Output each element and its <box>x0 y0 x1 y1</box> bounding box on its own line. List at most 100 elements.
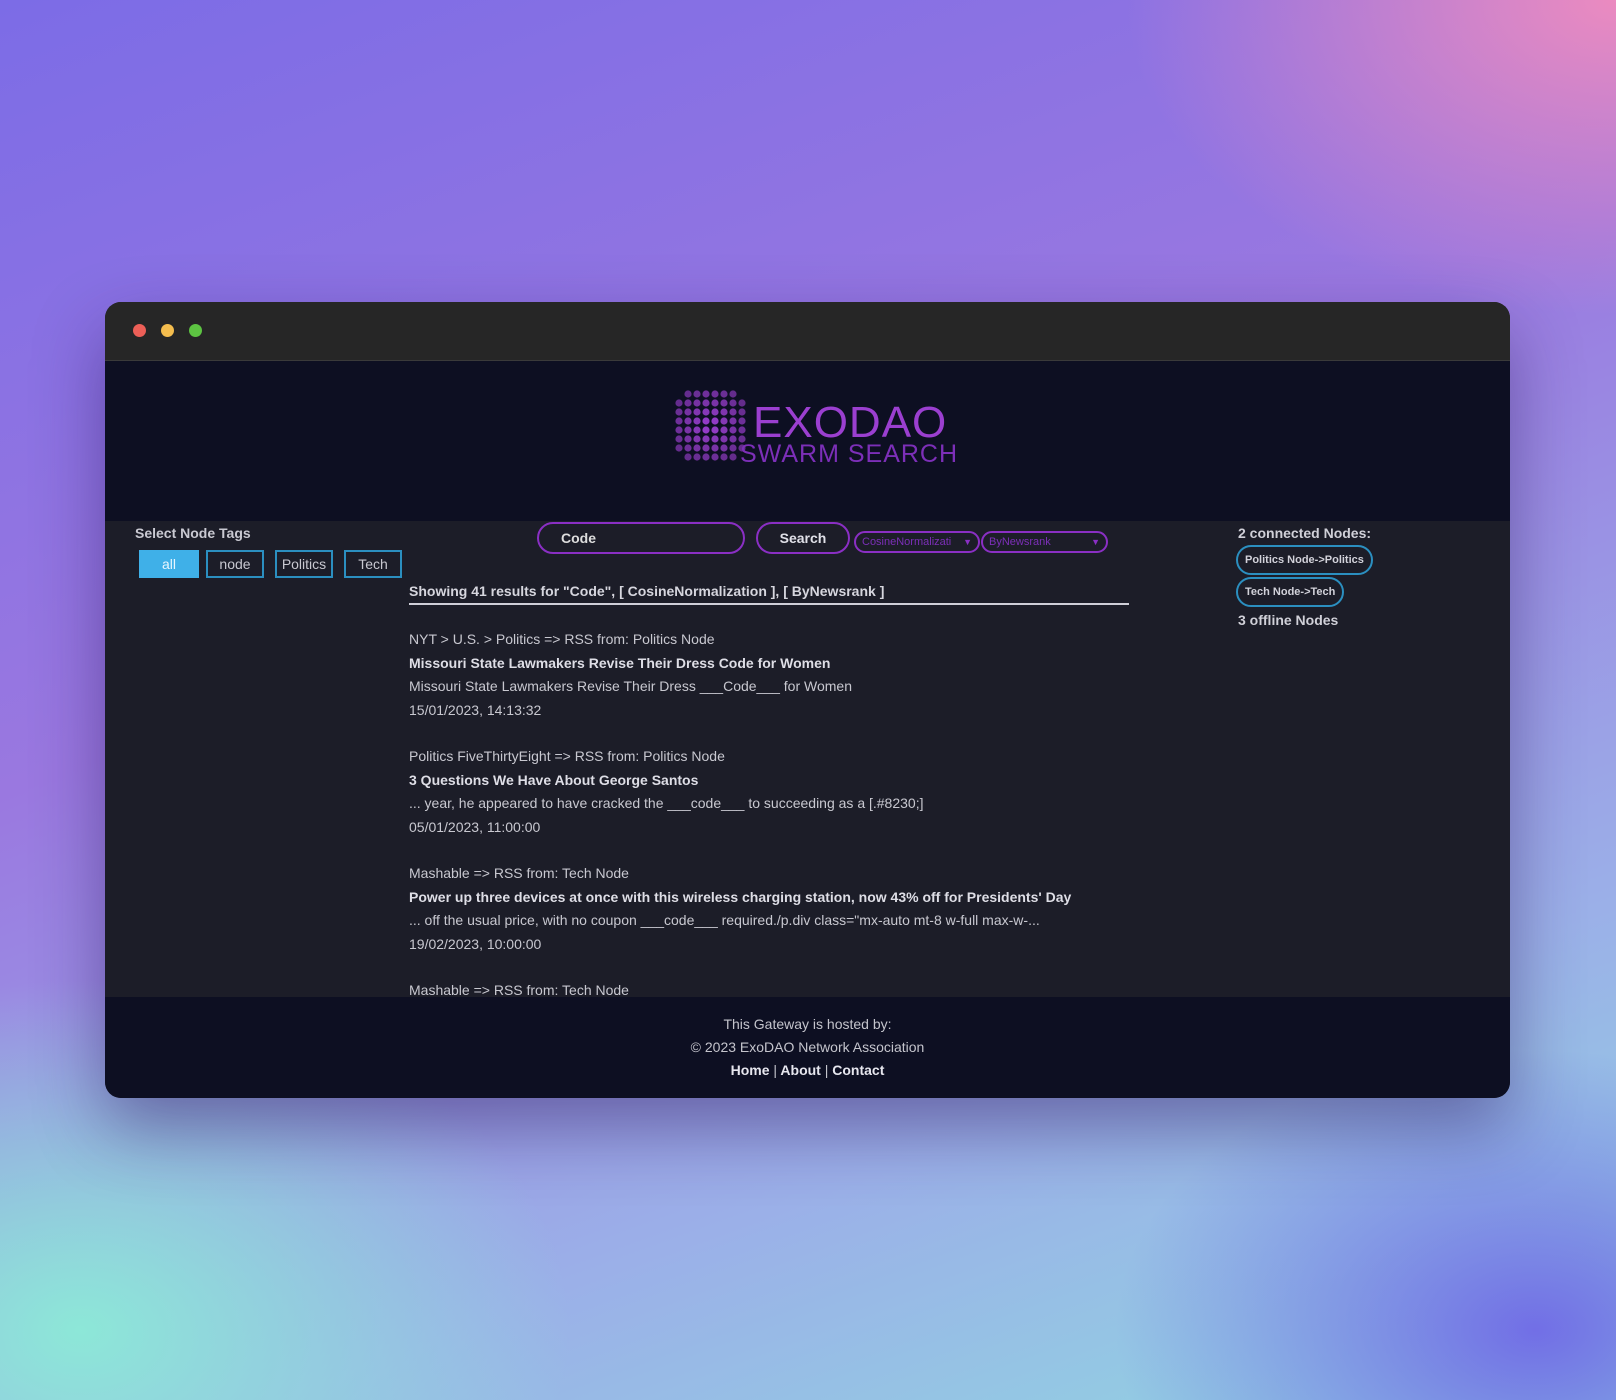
logo-dot <box>729 426 737 434</box>
logo-dot <box>702 417 710 425</box>
logo-dot <box>711 435 719 443</box>
footer-links: Home | About | Contact <box>105 1062 1510 1078</box>
normalization-select-value: CosineNormalizati <box>862 536 952 548</box>
logo-dot <box>729 417 737 425</box>
logo-dot <box>684 399 692 407</box>
result-snippet: Missouri State Lawmakers Revise Their Dr… <box>409 678 853 694</box>
tag-all[interactable]: all <box>139 550 199 578</box>
logo-dot <box>729 390 737 398</box>
logo-dot <box>738 408 746 416</box>
footer-separator: | <box>773 1062 778 1078</box>
logo-dot <box>675 408 683 416</box>
logo-dot <box>738 399 746 407</box>
logo-dot <box>684 444 692 452</box>
result-source: Mashable => RSS from: Tech Node <box>409 865 629 881</box>
logo-dot <box>720 408 728 416</box>
logo-title: EXODAO <box>753 398 948 447</box>
footer-separator: | <box>824 1062 829 1078</box>
window-titlebar <box>105 302 1510 361</box>
result-date: 05/01/2023, 11:00:00 <box>409 818 541 835</box>
node-politics[interactable]: Politics Node->Politics <box>1236 545 1373 575</box>
logo-dot <box>711 453 719 461</box>
logo-dot <box>720 399 728 407</box>
logo-dot <box>711 426 719 434</box>
connected-nodes-title: 2 connected Nodes: <box>1238 525 1372 541</box>
rank-select[interactable]: ByNewsrank ▼ <box>981 531 1108 553</box>
logo-dot <box>729 453 737 461</box>
logo-dot <box>684 390 692 398</box>
footer-copyright: © 2023 ExoDAO Network Association <box>690 1039 925 1055</box>
result-source: NYT > U.S. > Politics => RSS from: Polit… <box>409 631 715 647</box>
logo-dot <box>720 426 728 434</box>
search-input[interactable] <box>537 522 745 554</box>
result-snippet: ... off the usual price, with no coupon … <box>409 912 1040 928</box>
result-title-link[interactable]: Power up three devices at once with this… <box>409 886 1179 910</box>
logo-dot <box>675 444 683 452</box>
logo-dot <box>702 408 710 416</box>
normalization-select[interactable]: CosineNormalizati ▼ <box>854 531 980 553</box>
chevron-down-icon: ▼ <box>1091 537 1100 547</box>
site-header: EXODAO SWARM SEARCH <box>105 361 1510 521</box>
logo-dot <box>738 426 746 434</box>
chevron-down-icon: ▼ <box>963 537 972 547</box>
footer-link-home[interactable]: Home <box>731 1062 770 1078</box>
result-item: Mashable => RSS from: Tech Node Power up… <box>409 862 1179 956</box>
logo-dot <box>711 390 719 398</box>
site-footer: This Gateway is hosted by: © 2023 ExoDAO… <box>105 997 1510 1098</box>
logo-dot <box>684 453 692 461</box>
logo-dot <box>675 399 683 407</box>
logo-dot <box>702 390 710 398</box>
result-item: NYT > U.S. > Politics => RSS from: Polit… <box>409 628 1169 722</box>
logo-dot <box>711 399 719 407</box>
tag-politics[interactable]: Politics <box>275 550 333 578</box>
logo-dot <box>684 426 692 434</box>
close-window-button[interactable] <box>133 324 146 337</box>
logo-dot <box>711 417 719 425</box>
search-button[interactable]: Search <box>756 522 850 554</box>
logo-dot <box>684 417 692 425</box>
logo-dot <box>684 435 692 443</box>
logo-dot <box>693 417 701 425</box>
result-source: Politics FiveThirtyEight => RSS from: Po… <box>409 748 725 764</box>
logo-dot <box>711 444 719 452</box>
result-source: Mashable => RSS from: Tech Node <box>409 982 629 998</box>
rank-select-value: ByNewsrank <box>989 536 1051 548</box>
result-date: 19/02/2023, 10:00:00 <box>409 935 542 952</box>
logo-dot <box>675 417 683 425</box>
logo-dot <box>693 399 701 407</box>
result-snippet: ... year, he appeared to have cracked th… <box>409 795 924 811</box>
logo-dot <box>711 408 719 416</box>
result-item: Mashable => RSS from: Tech Node <box>409 979 1169 998</box>
result-title-link[interactable]: Missouri State Lawmakers Revise Their Dr… <box>409 652 1169 676</box>
node-tech[interactable]: Tech Node->Tech <box>1236 577 1345 607</box>
logo-dot <box>720 390 728 398</box>
logo-dot <box>720 453 728 461</box>
tag-tech[interactable]: Tech <box>344 550 402 578</box>
logo-dot <box>693 426 701 434</box>
logo-dot <box>684 408 692 416</box>
logo-dot <box>738 417 746 425</box>
logo-dot <box>675 435 683 443</box>
logo-subtitle: SWARM SEARCH <box>740 440 959 468</box>
logo-dot <box>720 444 728 452</box>
tag-node[interactable]: node <box>206 550 264 578</box>
footer-link-about[interactable]: About <box>780 1062 820 1078</box>
logo-dot <box>693 435 701 443</box>
main-content: Select Node Tags all node Politics Tech … <box>105 521 1510 998</box>
result-title-link[interactable]: 3 Questions We Have About George Santos <box>409 769 1169 793</box>
maximize-window-button[interactable] <box>189 324 202 337</box>
minimize-window-button[interactable] <box>161 324 174 337</box>
logo-dot <box>702 444 710 452</box>
logo-dot <box>729 408 737 416</box>
logo-dot <box>729 444 737 452</box>
exodao-logo[interactable]: EXODAO SWARM SEARCH <box>670 383 970 473</box>
logo-dot <box>693 408 701 416</box>
logo-dot <box>729 435 737 443</box>
logo-dot <box>693 390 701 398</box>
logo-dot <box>693 453 701 461</box>
logo-dot <box>720 417 728 425</box>
logo-dot <box>702 426 710 434</box>
logo-dot <box>693 444 701 452</box>
browser-window: EXODAO SWARM SEARCH Select Node Tags all… <box>105 302 1510 1098</box>
footer-link-contact[interactable]: Contact <box>832 1062 884 1078</box>
